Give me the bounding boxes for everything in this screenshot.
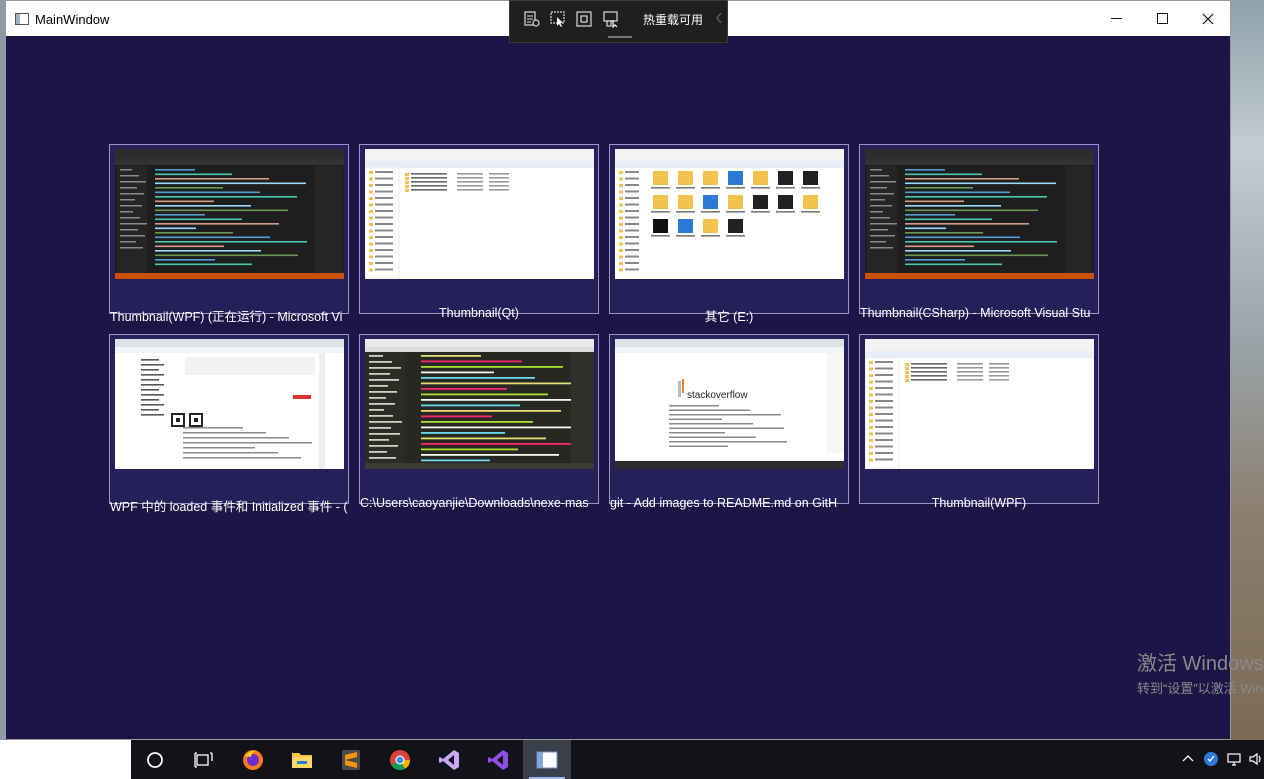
sublime-text-icon xyxy=(342,749,360,770)
window-app-icon xyxy=(15,13,29,25)
wpf-app-button[interactable] xyxy=(523,740,571,779)
thumbnail-preview-image xyxy=(615,149,844,279)
window-thumbnail[interactable]: WPF 中的 loaded 事件和 Initialized 事件 - ( xyxy=(109,334,349,514)
start-button-area[interactable] xyxy=(0,740,131,779)
task-view-button[interactable] xyxy=(179,740,227,779)
window-thumbnail[interactable]: Thumbnail(CSharp) - Microsoft Visual Stu xyxy=(859,144,1099,320)
sublime-text-button[interactable] xyxy=(327,740,375,779)
cortana-button[interactable] xyxy=(131,740,179,779)
chevron-left-icon[interactable] xyxy=(715,12,723,24)
minimize-icon xyxy=(1110,18,1122,19)
thumbnail-caption: WPF 中的 loaded 事件和 Initialized 事件 - ( xyxy=(110,500,348,514)
display-layout-adorners-icon[interactable] xyxy=(575,10,593,28)
thumbnail-caption: 其它 (E:) xyxy=(704,310,754,324)
visual-studio-preview-button[interactable] xyxy=(474,740,522,779)
close-button[interactable] xyxy=(1185,1,1231,36)
thumbnail-preview xyxy=(365,339,594,469)
activation-title: 激活 Windows xyxy=(1137,653,1264,675)
firefox-icon xyxy=(243,749,263,770)
visual-studio-preview-icon xyxy=(488,749,508,770)
thumbnail-caption: git - Add images to README.md on GitH xyxy=(610,496,838,510)
thumbnail-preview-image xyxy=(865,149,1094,279)
main-window: MainWindow Thumbnail(WPF) (正在运行) - Micro… xyxy=(5,0,1231,740)
chrome-icon xyxy=(390,749,411,770)
task-view-icon xyxy=(194,751,213,768)
window-thumbnail[interactable]: Thumbnail(WPF) (正在运行) - Microsoft Vi xyxy=(109,144,349,324)
windows-activation-notice: 激活 Windows 转到“设置”以激活 Windows。 xyxy=(1137,647,1264,697)
thumbnail-preview-image xyxy=(365,149,594,279)
taskbar xyxy=(0,740,1264,779)
hot-reload-status: 热重载可用 xyxy=(643,13,704,27)
stackoverflow-logo-text: stackoverflow xyxy=(687,390,748,401)
maximize-button[interactable] xyxy=(1139,1,1185,36)
thumbnail-preview xyxy=(865,149,1094,279)
thumbnail-preview-image xyxy=(115,149,344,279)
window-thumbnail[interactable]: Thumbnail(WPF) xyxy=(859,334,1099,510)
firefox-button[interactable] xyxy=(229,740,277,779)
hot-reload-toolbar: 热重载可用 xyxy=(509,0,728,43)
maximize-icon xyxy=(1156,13,1168,24)
window-thumbnail[interactable]: C:\Users\caoyanjie\Downloads\nexe-mas xyxy=(359,334,599,510)
thumbnail-preview xyxy=(615,149,844,279)
thumbnail-preview: stackoverflow xyxy=(615,339,844,469)
thumbnail-preview-image xyxy=(865,339,1094,469)
toolbar-grip[interactable] xyxy=(608,36,632,38)
thumbnail-preview xyxy=(365,149,594,279)
live-visual-tree-icon[interactable] xyxy=(523,10,541,28)
chrome-button[interactable] xyxy=(376,740,424,779)
thumbnail-caption: Thumbnail(CSharp) - Microsoft Visual Stu xyxy=(860,306,1091,320)
thumbnail-preview xyxy=(115,149,344,279)
wpf-app-icon xyxy=(536,751,558,768)
thumbnail-preview-image xyxy=(365,339,594,469)
minimize-button[interactable] xyxy=(1093,1,1139,36)
thumbnail-caption: Thumbnail(WPF) xyxy=(931,496,1027,510)
close-icon xyxy=(1202,13,1214,24)
desktop-wallpaper xyxy=(1230,0,1264,740)
file-explorer-icon xyxy=(292,752,312,768)
network-icon[interactable] xyxy=(1226,751,1242,767)
thumbnail-caption: Thumbnail(Qt) xyxy=(439,306,519,320)
thumbnail-caption: C:\Users\caoyanjie\Downloads\nexe-mas xyxy=(360,496,589,510)
window-title: MainWindow xyxy=(35,12,110,27)
select-element-icon[interactable] xyxy=(549,10,567,28)
track-focused-element-icon[interactable] xyxy=(602,10,620,28)
thumbnail-preview-image xyxy=(115,339,344,469)
thumbnail-preview-image: stackoverflow xyxy=(615,339,844,469)
activation-hint: 转到“设置”以激活 Windows。 xyxy=(1137,681,1264,696)
network-shield-icon[interactable] xyxy=(1203,751,1219,767)
window-thumbnail[interactable]: 其它 (E:) xyxy=(609,144,849,324)
thumbnail-preview xyxy=(115,339,344,469)
window-thumbnail[interactable]: Thumbnail(Qt) xyxy=(359,144,599,320)
volume-icon[interactable] xyxy=(1248,751,1264,767)
visual-studio-icon xyxy=(439,749,459,770)
thumbnail-caption: Thumbnail(WPF) (正在运行) - Microsoft Vi xyxy=(110,310,343,324)
file-explorer-button[interactable] xyxy=(278,740,326,779)
show-hidden-icons-icon[interactable] xyxy=(1180,751,1196,767)
window-thumbnail[interactable]: stackoverflow git - Add images to README.… xyxy=(609,334,849,510)
cortana-icon xyxy=(147,751,163,768)
visual-studio-button[interactable] xyxy=(425,740,473,779)
thumbnail-preview xyxy=(865,339,1094,469)
